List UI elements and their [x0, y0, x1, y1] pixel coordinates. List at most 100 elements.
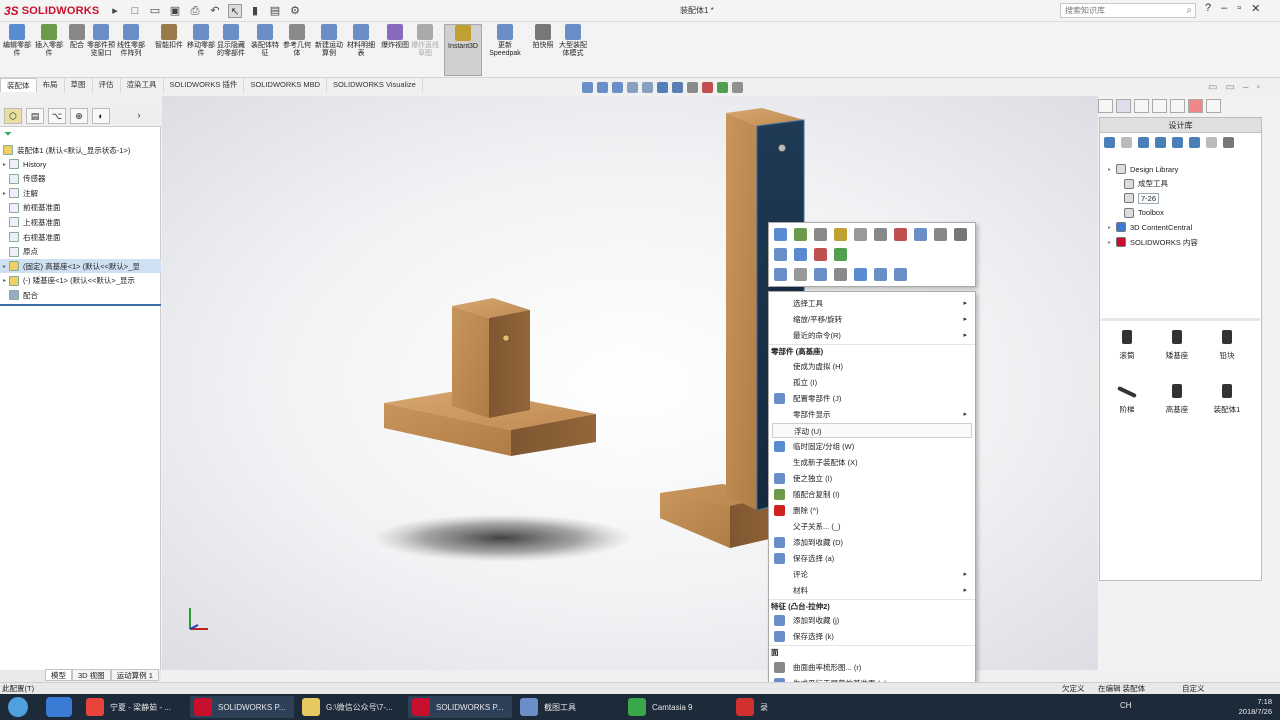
context-menu-item[interactable]: 添加到收藏 (D)	[769, 535, 975, 550]
context-menu-item[interactable]: 浮动 (U)	[772, 422, 972, 438]
command-tab-0[interactable]: 装配体	[0, 78, 37, 92]
ribbon-button-11[interactable]: 材料明细表	[346, 24, 376, 76]
search-icon[interactable]: ⌕	[1186, 5, 1195, 16]
tile-viewport-icon[interactable]: ▭	[1225, 82, 1234, 93]
color-icon[interactable]	[814, 248, 827, 261]
file-properties-icon[interactable]: ▤	[268, 4, 282, 18]
smart-dim-icon[interactable]	[894, 228, 907, 241]
context-menu-item[interactable]: 临时固定/分组 (W)	[769, 439, 975, 454]
library-tile[interactable]: 阶梯	[1102, 384, 1152, 424]
file-explorer-tab-icon[interactable]	[1152, 99, 1167, 113]
command-tab-1[interactable]: 布局	[37, 78, 65, 92]
resources-tab-icon[interactable]	[1116, 99, 1131, 113]
ribbon-button-6[interactable]: 移动零部件	[186, 24, 216, 76]
display-manager-tab-icon[interactable]: ◐	[92, 107, 110, 124]
property-manager-tab-icon[interactable]: ▤	[26, 107, 44, 124]
view-settings-icon[interactable]	[732, 82, 743, 93]
command-tab-3[interactable]: 评估	[93, 78, 121, 92]
move-icon[interactable]	[854, 268, 867, 281]
apply-scene-icon[interactable]	[717, 82, 728, 93]
ribbon-button-3[interactable]: 零部件预览窗口	[86, 24, 116, 76]
expand-arrow-icon[interactable]: ▸	[0, 161, 9, 168]
input-method-indicator[interactable]: CH	[1120, 701, 1132, 710]
library-tile[interactable]: 滚筒	[1102, 330, 1152, 370]
context-menu-item[interactable]: 孤立 (I)	[769, 375, 975, 390]
mate-clip-icon[interactable]	[914, 228, 927, 241]
view-icon[interactable]	[834, 268, 847, 281]
library-item[interactable]: ▸ 3D ContentCentral	[1108, 220, 1192, 234]
pin-icon[interactable]	[874, 228, 887, 241]
context-menu-item[interactable]: 材料 ▸	[769, 583, 975, 598]
tree-item[interactable]: ▸ History	[0, 157, 161, 171]
properties-icon[interactable]	[954, 228, 967, 241]
tree-item[interactable]: 上视基准面	[0, 215, 161, 229]
rebuild-icon[interactable]: ▮	[248, 4, 262, 18]
hide-show-icon[interactable]	[687, 82, 698, 93]
zoom-to-fit-icon[interactable]	[582, 82, 593, 93]
line-icon[interactable]	[854, 228, 867, 241]
tree-root-assembly[interactable]: 装配体1 (默认<默认_显示状态-1>)	[0, 143, 161, 157]
options-gear-icon[interactable]: ⚙	[288, 4, 302, 18]
library-item[interactable]: Toolbox	[1116, 206, 1164, 220]
viewport-min-icon[interactable]: –	[1243, 82, 1249, 93]
create-folder-icon[interactable]	[1172, 137, 1183, 148]
context-menu-item[interactable]: 生成新子装配体 (X)	[769, 455, 975, 470]
taskbar-item[interactable]: 宁夏 - 梁静茹 - ...	[82, 696, 186, 718]
context-menu-item[interactable]: 最近的命令(R) ▸	[769, 328, 975, 343]
library-tile[interactable]: 矮基座	[1152, 330, 1202, 370]
bottom-tab-0[interactable]: 模型	[45, 669, 72, 681]
command-tab-7[interactable]: SOLIDWORKS Visualize	[327, 78, 423, 92]
taskbar-item[interactable]: G:\微信公众号\7-...	[298, 696, 404, 718]
context-menu-item[interactable]: 使之独立 (I)	[769, 471, 975, 486]
context-menu-item[interactable]: 保存选择 (a)	[769, 551, 975, 566]
context-menu-item[interactable]: 添加到收藏 (j)	[769, 613, 975, 628]
design-library-tab-icon[interactable]	[1134, 99, 1149, 113]
start-button-icon[interactable]	[8, 697, 28, 717]
context-menu-item[interactable]: 随配合复制 (I)	[769, 487, 975, 502]
taskbar-item[interactable]: SOLIDWORKS P...	[408, 696, 512, 718]
tree-item[interactable]: ▸ (固定) 高基座<1> (默认<<默认>_显	[0, 259, 161, 274]
tree-item[interactable]: 原点	[0, 245, 161, 259]
scene-icon[interactable]	[834, 248, 847, 261]
ribbon-button-0[interactable]: 编辑零部件	[2, 24, 32, 76]
tree-tab-more-icon[interactable]: ›	[130, 108, 148, 124]
custom-properties-tab-icon[interactable]	[1206, 99, 1221, 113]
open-part-icon[interactable]	[774, 228, 787, 241]
library-item[interactable]: ▸ Design Library	[1108, 162, 1178, 176]
ribbon-button-15[interactable]: 更新Speedpak	[486, 24, 524, 76]
ribbon-button-10[interactable]: 新建运动算例	[314, 24, 344, 76]
library-item[interactable]: 成型工具	[1116, 177, 1168, 191]
ribbon-button-1[interactable]: 插入零部件	[34, 24, 64, 76]
taskbar-item[interactable]: Camtasia 9	[624, 696, 728, 718]
ribbon-button-14[interactable]: Instant3D	[444, 24, 482, 76]
edit-appearance-icon[interactable]	[702, 82, 713, 93]
ribbon-button-17[interactable]: 大型装配体模式	[558, 24, 588, 76]
print-icon[interactable]: ⎙	[188, 4, 202, 18]
view-palette-tab-icon[interactable]	[1170, 99, 1185, 113]
refresh-icon[interactable]	[1189, 137, 1200, 148]
search-knowledge-base-input[interactable]: 搜索知识库 ⌕	[1060, 3, 1196, 18]
context-menu-item[interactable]: 父子关系... (_)	[769, 519, 975, 534]
section-icon[interactable]	[874, 268, 887, 281]
expand-arrow-icon[interactable]: ▸	[1108, 166, 1116, 173]
previous-view-icon[interactable]	[612, 82, 623, 93]
configuration-manager-tab-icon[interactable]: ⌥	[48, 107, 66, 124]
ribbon-button-9[interactable]: 参考几何体	[282, 24, 312, 76]
context-menu-item[interactable]: 缩放/平移/旋转 ▸	[769, 312, 975, 327]
library-item[interactable]: ▸ SOLIDWORKS 内容	[1108, 235, 1198, 249]
context-menu-item[interactable]: 使成为虚拟 (H)	[769, 359, 975, 374]
filter-icon[interactable]: ⏷	[4, 129, 12, 140]
feature-manager-tab-icon[interactable]: ⬡	[4, 107, 22, 124]
taskbar-item[interactable]: 录	[732, 696, 772, 718]
context-menu-item[interactable]: 选择工具 ▸	[769, 296, 975, 311]
taskbar-item[interactable]: SOLIDWORKS P...	[190, 696, 294, 718]
system-clock[interactable]: 7:18 2018/7/26	[1212, 697, 1272, 717]
zoom-area-icon[interactable]	[597, 82, 608, 93]
view-orientation-icon[interactable]	[657, 82, 668, 93]
select-arrow-icon[interactable]: ↖	[228, 4, 242, 18]
command-tab-5[interactable]: SOLIDWORKS 插件	[164, 78, 245, 92]
expand-arrow-icon[interactable]: ▸	[1108, 224, 1116, 231]
tree-item[interactable]: 右视基准面	[0, 230, 161, 244]
add-file-location-icon[interactable]	[1155, 137, 1166, 148]
save-icon[interactable]: ▣	[168, 4, 182, 18]
